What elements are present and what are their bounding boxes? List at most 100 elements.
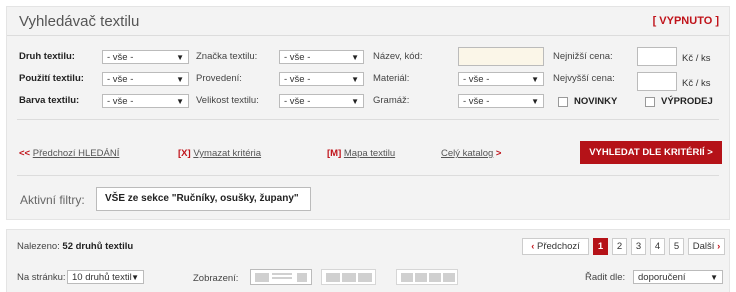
search-button[interactable]: VYHLEDAT DLE KRITÉRIÍ >	[580, 141, 722, 164]
clear-criteria-link[interactable]: [X] Vymazat kritéria	[178, 148, 261, 159]
full-catalog-arrow: >	[493, 148, 502, 159]
view-label: Zobrazení:	[193, 273, 239, 284]
provedeni-select-value: - vše -	[284, 74, 311, 85]
full-catalog-label: Celý katalog	[441, 148, 494, 159]
per-page-select[interactable]: 10 druhů textil ▼	[67, 270, 144, 284]
chevron-down-icon: ▼	[176, 75, 184, 84]
gramaz-label: Gramáž:	[373, 95, 410, 106]
material-select-value: - vše -	[463, 74, 490, 85]
next-page-button[interactable]: Další ›	[688, 238, 725, 255]
znacka-select-value: - vše -	[284, 52, 311, 63]
material-select[interactable]: - vše - ▼	[458, 72, 544, 86]
previous-search-arrows: <<	[19, 148, 33, 159]
vyprodej-checkbox[interactable]	[645, 97, 655, 107]
min-price-label: Nejnižší cena:	[553, 51, 613, 62]
full-catalog-link[interactable]: Celý katalog >	[441, 148, 501, 159]
material-label: Materiál:	[373, 73, 410, 84]
view-grid4-button[interactable]	[396, 269, 458, 285]
per-page-label: Na stránku:	[17, 272, 66, 283]
results-count: Nalezeno: 52 druhů textilu	[17, 241, 133, 252]
page-title: Vyhledávač textilu	[19, 13, 140, 30]
clear-mark: [X]	[178, 148, 191, 159]
provedeni-select[interactable]: - vše - ▼	[279, 72, 364, 86]
page-4-button[interactable]: 4	[650, 238, 665, 255]
chevron-down-icon: ▼	[710, 273, 718, 282]
toggle-search-button[interactable]: [ VYPNUTO ]	[653, 15, 719, 27]
list-line-icon	[272, 277, 292, 279]
chevron-down-icon: ▼	[351, 75, 359, 84]
gramaz-select-value: - vše -	[463, 96, 490, 107]
novinky-checkbox[interactable]	[558, 97, 568, 107]
prev-page-button[interactable]: ‹ Předchozí	[522, 238, 589, 255]
sort-select-value: doporučení	[638, 272, 686, 283]
grid-cell-icon	[326, 273, 340, 282]
druh-select[interactable]: - vše - ▼	[102, 50, 189, 64]
divider	[17, 119, 719, 120]
znacka-select[interactable]: - vše - ▼	[279, 50, 364, 64]
barva-select-value: - vše -	[107, 96, 134, 107]
prev-page-label: Předchozí	[537, 241, 580, 252]
page-2-button[interactable]: 2	[612, 238, 627, 255]
clear-criteria-label: Vymazat kritéria	[193, 148, 262, 159]
sort-select[interactable]: doporučení ▼	[633, 270, 723, 284]
grid-cell-icon	[429, 273, 441, 282]
page-3-button[interactable]: 3	[631, 238, 646, 255]
list-view-icon	[297, 273, 307, 282]
velikost-select-value: - vše -	[284, 96, 311, 107]
list-view-icon	[255, 273, 269, 282]
page-1-button[interactable]: 1	[593, 238, 608, 255]
results-bar: Nalezeno: 52 druhů textilu ‹ Předchozí 1…	[6, 229, 730, 292]
chevron-down-icon: ▼	[351, 97, 359, 106]
chevron-down-icon: ▼	[351, 53, 359, 62]
max-price-unit: Kč / ks	[682, 78, 711, 89]
view-grid3-button[interactable]	[321, 269, 376, 285]
druh-label: Druh textilu:	[19, 51, 75, 62]
provedeni-label: Provedení:	[196, 73, 242, 84]
view-list-button[interactable]	[250, 269, 312, 285]
pouziti-select-value: - vše -	[107, 74, 134, 85]
chevron-down-icon: ▼	[131, 273, 139, 282]
chevron-down-icon: ▼	[531, 97, 539, 106]
active-filters-value: VŠE ze sekce "Ručníky, osušky, župany"	[96, 187, 311, 211]
per-page-select-value: 10 druhů textil	[72, 272, 132, 283]
chevron-right-icon: ›	[717, 241, 721, 252]
barva-select[interactable]: - vše - ▼	[102, 94, 189, 108]
textile-map-link[interactable]: [M] Mapa textilu	[327, 148, 395, 159]
nazev-label: Název, kód:	[373, 51, 423, 62]
panel-header: Vyhledávač textilu [ VYPNUTO ]	[7, 7, 729, 36]
map-mark: [M]	[327, 148, 342, 159]
vyprodej-label: VÝPRODEJ	[661, 96, 713, 107]
nazev-input[interactable]	[458, 47, 544, 66]
search-panel: Vyhledávač textilu [ VYPNUTO ] Druh text…	[6, 6, 730, 220]
grid-cell-icon	[342, 273, 356, 282]
chevron-down-icon: ▼	[176, 97, 184, 106]
velikost-select[interactable]: - vše - ▼	[279, 94, 364, 108]
gramaz-select[interactable]: - vše - ▼	[458, 94, 544, 108]
max-price-input[interactable]	[637, 72, 677, 91]
chevron-left-icon: ‹	[531, 241, 535, 252]
min-price-unit: Kč / ks	[682, 53, 711, 64]
page-5-button[interactable]: 5	[669, 238, 684, 255]
sort-label: Řadit dle:	[585, 272, 626, 283]
grid-cell-icon	[358, 273, 372, 282]
velikost-label: Velikost textilu:	[196, 95, 259, 106]
previous-search-label: Předchozí HLEDÁNÍ	[32, 148, 120, 159]
novinky-label: NOVINKY	[574, 96, 618, 107]
textile-map-label: Mapa textilu	[343, 148, 396, 159]
grid-cell-icon	[443, 273, 455, 282]
barva-label: Barva textilu:	[19, 95, 80, 106]
grid-cell-icon	[401, 273, 413, 282]
druh-select-value: - vše -	[107, 52, 134, 63]
min-price-input[interactable]	[637, 47, 677, 66]
chevron-down-icon: ▼	[176, 53, 184, 62]
max-price-label: Nejvyšší cena:	[553, 73, 615, 84]
results-count-value: 52 druhů textilu	[62, 241, 134, 252]
chevron-down-icon: ▼	[531, 75, 539, 84]
znacka-label: Značka textilu:	[196, 51, 258, 62]
next-page-label: Další	[692, 241, 715, 252]
grid-cell-icon	[415, 273, 427, 282]
previous-search-link[interactable]: << Předchozí HLEDÁNÍ	[19, 148, 119, 159]
results-count-prefix: Nalezeno:	[17, 241, 63, 252]
pouziti-select[interactable]: - vše - ▼	[102, 72, 189, 86]
pouziti-label: Použití textilu:	[19, 73, 84, 84]
